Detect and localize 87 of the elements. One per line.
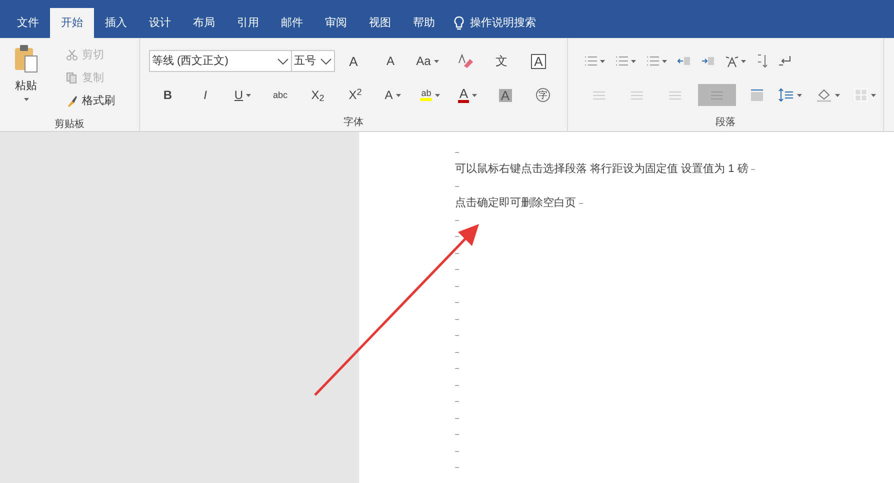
ribbon-tab[interactable]: 审阅 — [314, 8, 358, 38]
copy-icon — [66, 72, 78, 84]
chevron-icon — [277, 58, 289, 64]
ribbon-tab[interactable]: 帮助 — [402, 8, 446, 38]
line-spacing-icon — [778, 88, 794, 102]
paragraph-mark-icon — [455, 318, 459, 321]
ribbon-tab[interactable]: 引用 — [226, 8, 270, 38]
caret-icon — [797, 94, 802, 96]
paragraph-mark-icon — [455, 367, 459, 370]
paste-button[interactable]: 粘贴 — [0, 42, 52, 117]
ribbon-tab[interactable]: 文件 — [6, 8, 50, 38]
font-button[interactable]: A — [374, 84, 412, 106]
paint-bucket-icon — [816, 88, 832, 102]
font-button[interactable]: 字 — [524, 84, 562, 106]
caret-icon — [24, 98, 28, 100]
font-size-dropdown[interactable]: 五号 — [292, 50, 335, 72]
clipboard-action[interactable]: 格式刷 — [66, 92, 115, 110]
font-button[interactable]: abc — [262, 84, 299, 106]
font-button[interactable]: Aa — [409, 50, 446, 72]
paragraph-mark-icon — [455, 384, 459, 387]
group-label: 剪贴板 — [54, 118, 84, 132]
list-icon — [615, 55, 629, 67]
paragraph-mark-icon — [455, 184, 459, 188]
eraser-icon — [456, 54, 472, 68]
paragraph-mark-icon — [455, 150, 459, 154]
ribbon-tab[interactable]: 邮件 — [270, 8, 314, 38]
borders-icon — [854, 88, 868, 102]
font-button[interactable]: B — [149, 84, 186, 106]
paragraph-mark-icon — [455, 301, 459, 304]
paragraph-mark-icon — [455, 433, 459, 436]
group-label: 字体 — [344, 116, 364, 130]
brush-icon — [66, 95, 78, 107]
caret-icon — [741, 60, 746, 62]
align-icon — [593, 90, 605, 100]
paragraph-mark-icon — [455, 218, 459, 222]
chevron-icon — [320, 58, 332, 64]
paragraph-mark-icon — [455, 416, 459, 420]
font-button[interactable]: I — [186, 84, 224, 106]
distribute-icon — [750, 88, 764, 102]
paragraph-mark-icon — [455, 252, 459, 255]
clipboard-icon — [12, 44, 40, 74]
body-text: 点击确定即可删除空白页 — [455, 196, 576, 211]
list-icon — [646, 55, 660, 67]
return-arrow-icon — [778, 55, 792, 67]
font-button[interactable]: U — [224, 84, 262, 106]
paragraph-mark-icon — [455, 450, 459, 453]
paragraph-mark-icon — [455, 268, 459, 272]
body-text: 可以鼠标右键点击选择段落 将行距设为固定值 设置值为 1 磅 — [455, 162, 748, 177]
scissors-icon — [66, 49, 78, 61]
ribbon-tab[interactable]: 设计 — [138, 8, 182, 38]
tell-me-search[interactable]: 操作说明搜索 — [446, 8, 544, 38]
paragraph-mark-icon — [455, 350, 459, 354]
paragraph-mark-icon — [455, 400, 459, 404]
paragraph-mark-icon — [579, 202, 583, 205]
letter-arrows-icon — [725, 54, 739, 68]
caret-icon — [835, 94, 840, 96]
ribbon-tab[interactable]: 布局 — [182, 8, 226, 38]
font-button[interactable]: A — [520, 50, 557, 72]
align-icon — [669, 90, 681, 100]
font-button[interactable]: X$^{2}$ — [336, 84, 374, 106]
sort-icon — [756, 54, 768, 68]
ribbon-tab[interactable]: 插入 — [94, 8, 138, 38]
font-button[interactable]: A — [372, 50, 409, 72]
font-name-dropdown[interactable]: 等线 (西文正文) — [149, 50, 292, 72]
caret-icon — [662, 60, 667, 62]
font-button[interactable]: X$_{2}$ — [299, 84, 336, 106]
indent-icon — [677, 55, 691, 67]
lightbulb-icon — [454, 16, 464, 30]
ribbon-tab[interactable]: 视图 — [358, 8, 402, 38]
paragraph-mark-icon — [751, 168, 756, 171]
paragraph-mark-icon — [455, 466, 459, 470]
paragraph-mark-icon — [455, 284, 459, 288]
list-icon — [584, 55, 598, 67]
caret-icon — [871, 94, 876, 96]
font-button[interactable]: A — [449, 84, 486, 106]
paragraph-mark-icon — [455, 235, 459, 238]
caret-icon — [631, 60, 636, 62]
group-label: 段落 — [716, 116, 736, 130]
font-button[interactable]: ab — [412, 84, 449, 106]
indent-icon — [701, 55, 715, 67]
ribbon-tab[interactable]: 开始 — [50, 8, 94, 38]
caret-icon — [600, 60, 605, 62]
font-button[interactable]: A — [335, 50, 372, 72]
align-icon — [631, 90, 643, 100]
align-icon — [711, 90, 723, 100]
font-button[interactable]: 文 — [483, 50, 520, 72]
paragraph-mark-icon — [455, 334, 459, 338]
